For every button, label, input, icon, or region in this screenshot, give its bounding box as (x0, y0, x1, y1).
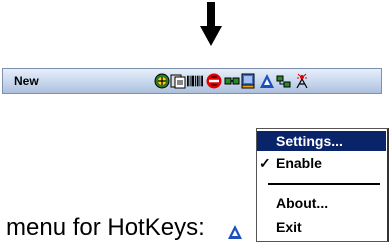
antenna-icon[interactable] (294, 73, 310, 89)
menu-panel: Settings... ✓ Enable About... Exit (256, 128, 389, 242)
battery-charging-icon[interactable] (240, 73, 256, 89)
menu-item-settings[interactable]: Settings... (257, 131, 386, 151)
menu-item-exit[interactable]: Exit (257, 217, 386, 237)
hotkeys-icon[interactable] (259, 73, 275, 89)
menu-item-settings-label: Settings... (276, 133, 343, 149)
menu-item-enable[interactable]: ✓ Enable (257, 153, 386, 173)
network-icon[interactable] (224, 73, 240, 89)
sd-card-icon[interactable] (170, 73, 186, 89)
taskbar: New (2, 68, 382, 94)
checkmark-icon: ✓ (259, 155, 271, 171)
hotkeys-icon (228, 225, 242, 239)
down-arrow-icon (200, 2, 222, 46)
menu-item-about-label: About... (276, 195, 329, 211)
signal-icon[interactable] (276, 73, 292, 89)
menu-separator (268, 183, 380, 185)
menu-item-exit-label: Exit (276, 219, 302, 235)
caption-text: menu for HotKeys: (6, 214, 205, 241)
no-connection-icon[interactable] (206, 73, 222, 89)
new-button[interactable]: New (14, 74, 39, 88)
bluetooth-icon[interactable] (154, 73, 170, 89)
hotkeys-context-menu: Settings... ✓ Enable About... Exit (256, 128, 389, 242)
menu-item-enable-label: Enable (276, 155, 322, 171)
barcode-icon[interactable] (187, 73, 203, 89)
menu-item-about[interactable]: About... (257, 193, 386, 213)
